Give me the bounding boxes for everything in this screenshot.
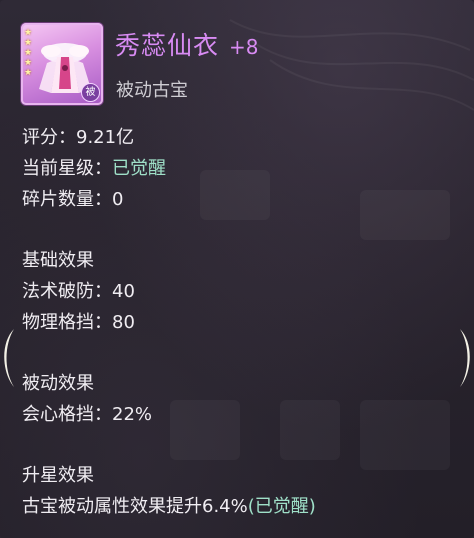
item-icon-frame[interactable]: ★ ★ ★ ★ ★ 被 (21, 23, 103, 105)
star-icon: ★ (24, 58, 33, 68)
basic-effect-value: 40 (112, 281, 135, 302)
score-row: 评分：9.21亿 (22, 123, 134, 149)
item-type: 被动古宝 (116, 80, 188, 101)
basic-effect-value: 80 (112, 312, 135, 333)
fragments-value: 0 (112, 189, 124, 210)
fragments-row: 碎片数量：0 (22, 185, 123, 211)
basic-effect-header: 基础效果 (22, 250, 94, 271)
passive-effect-value: 22% (112, 404, 153, 425)
chevron-left-icon[interactable] (0, 327, 16, 389)
upgrade-effect-line: 古宝被动属性效果提升6.4%(已觉醒) (22, 492, 316, 518)
passive-effect-label: 会心格挡： (22, 404, 112, 425)
star-level-row: 当前星级：已觉醒 (22, 154, 166, 180)
item-name: 秀蕊仙衣 (115, 31, 220, 60)
upgrade-effect-status: (已觉醒) (247, 496, 316, 517)
title-row: 秀蕊仙衣 +8 (115, 26, 259, 62)
star-icon: ★ (24, 28, 33, 38)
star-level-value: 已觉醒 (112, 158, 166, 179)
item-tooltip-panel: ★ ★ ★ ★ ★ 被 秀蕊仙衣 +8 被动古宝 评分：9.21亿 当前星级：已… (0, 0, 474, 538)
chevron-right-icon[interactable] (458, 327, 474, 389)
score-label: 评分： (22, 127, 76, 148)
basic-effect-label: 物理格挡： (22, 312, 112, 333)
star-icon: ★ (24, 38, 33, 48)
star-icon: ★ (24, 48, 33, 58)
fragments-label: 碎片数量： (22, 189, 112, 210)
basic-effect-line: 法术破防：40 (22, 277, 135, 303)
passive-badge: 被 (81, 83, 100, 102)
star-icon: ★ (24, 68, 33, 78)
star-rating: ★ ★ ★ ★ ★ (24, 29, 32, 78)
passive-effect-line: 会心格挡：22% (22, 400, 152, 426)
score-value: 9.21亿 (76, 127, 135, 148)
basic-effect-label: 法术破防： (22, 281, 112, 302)
item-level: +8 (229, 35, 259, 59)
upgrade-effect-header: 升星效果 (22, 465, 94, 486)
upgrade-effect-text: 古宝被动属性效果提升6.4% (22, 496, 248, 517)
passive-effect-header: 被动效果 (22, 373, 94, 394)
star-level-label: 当前星级： (22, 158, 112, 179)
basic-effect-line: 物理格挡：80 (22, 308, 135, 334)
